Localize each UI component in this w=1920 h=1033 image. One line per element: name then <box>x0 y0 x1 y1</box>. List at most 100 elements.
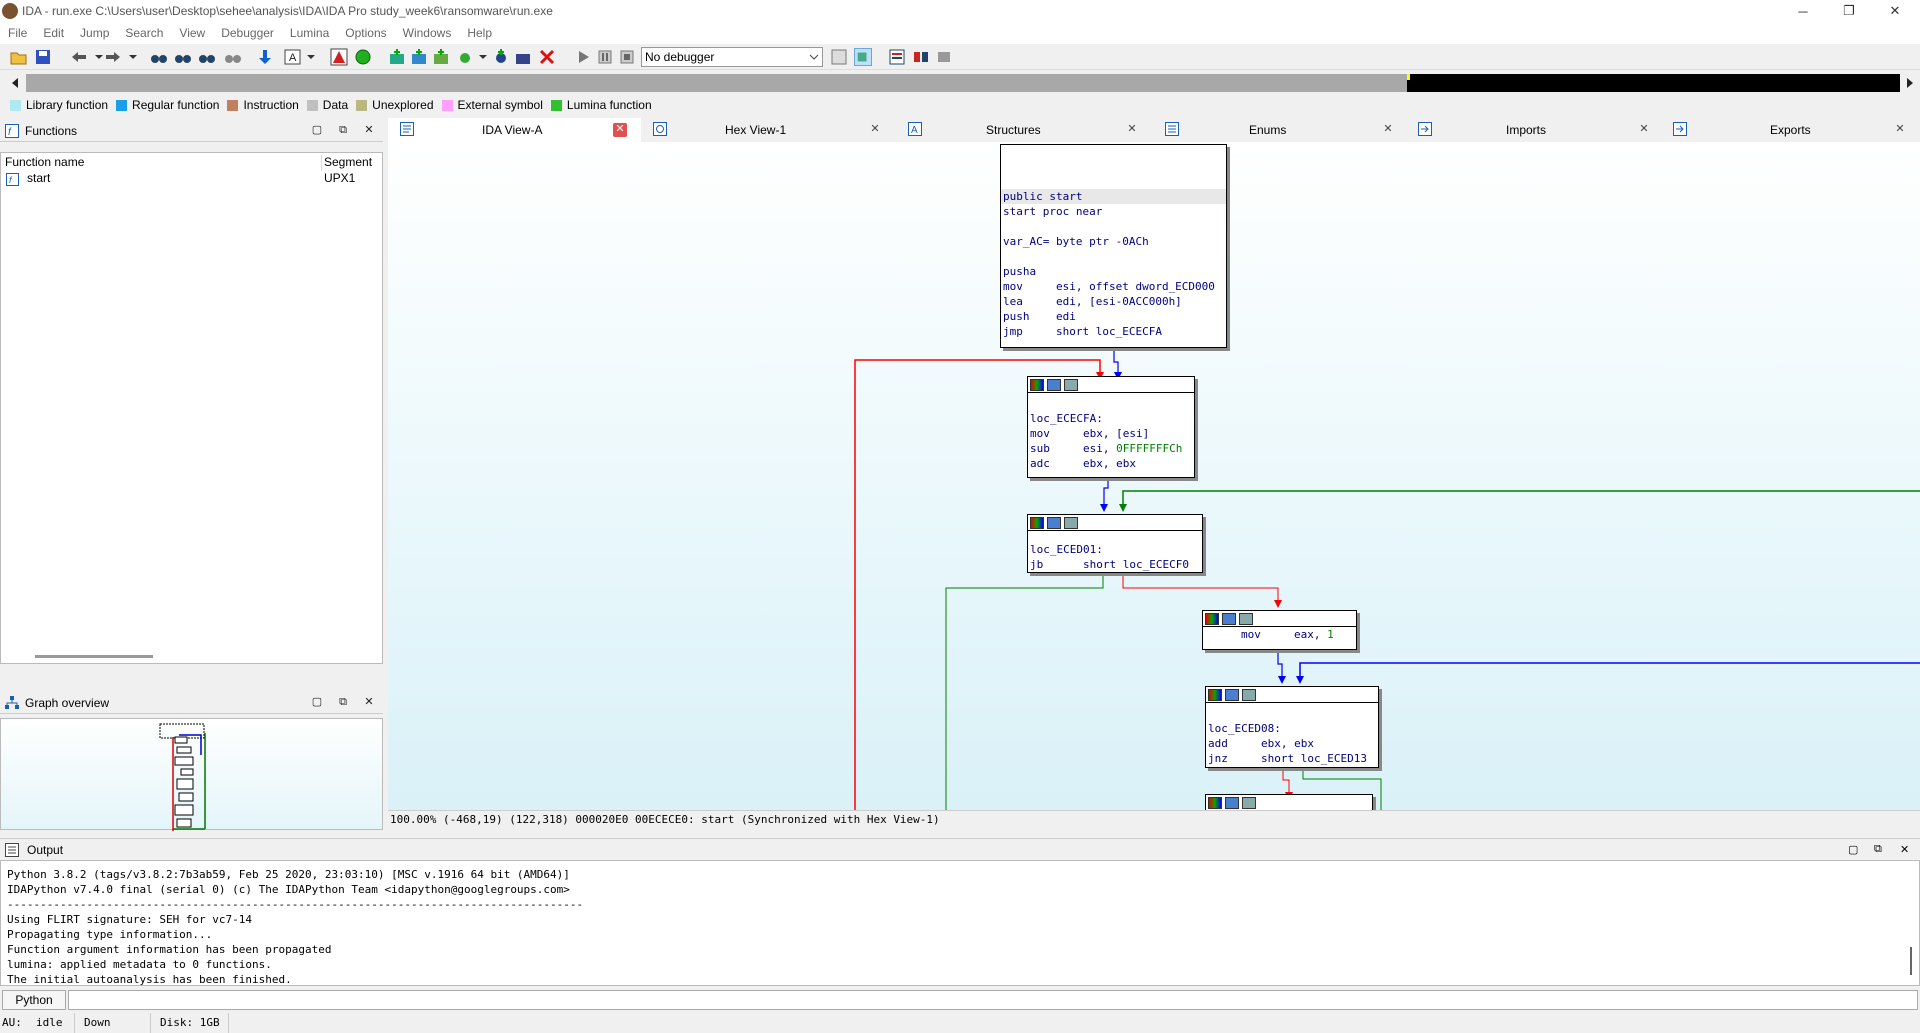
code-line[interactable]: jmp short loc_ECECFA <box>1001 324 1226 339</box>
node-group-icon[interactable] <box>1242 688 1256 701</box>
code-line[interactable]: public start <box>1001 189 1226 204</box>
close-tab-button[interactable]: ✕ <box>868 123 882 137</box>
add-enum-icon[interactable] <box>432 48 450 66</box>
function-row[interactable]: f start UPX1 <box>1 171 382 187</box>
menu-help[interactable]: Help <box>459 26 500 40</box>
restore-button[interactable]: ❐ <box>1826 0 1872 22</box>
menu-lumina[interactable]: Lumina <box>282 26 337 40</box>
add-breakpoint-icon[interactable] <box>492 48 510 66</box>
maximize-panel-button[interactable]: ▢ <box>310 695 324 709</box>
code-line[interactable]: mov esi, offset dword_ECD000 <box>1001 279 1226 294</box>
menu-file[interactable]: File <box>0 26 35 40</box>
navigation-band-bar[interactable] <box>26 74 1900 92</box>
tab-structures[interactable]: A Structures ✕ <box>898 118 1151 142</box>
code-line[interactable]: sub esi, 0FFFFFFFCh <box>1028 441 1194 456</box>
add-struct-icon[interactable] <box>410 48 428 66</box>
minimize-button[interactable]: ─ <box>1780 0 1826 22</box>
close-window-button[interactable]: ✕ <box>1872 0 1918 22</box>
float-panel-button[interactable]: ⧉ <box>336 123 350 137</box>
chevron-down-icon[interactable] <box>474 48 492 66</box>
names-icon[interactable] <box>912 48 930 66</box>
column-header-segment[interactable]: Segment <box>324 155 372 169</box>
delete-icon[interactable] <box>538 48 556 66</box>
close-tab-button[interactable]: ✕ <box>1125 123 1139 137</box>
tab-hex-view-1[interactable]: Hex View-1 ✕ <box>643 118 896 142</box>
play-icon[interactable] <box>574 48 592 66</box>
maximize-panel-button[interactable]: ▢ <box>1848 843 1858 856</box>
close-panel-button[interactable]: ✕ <box>362 123 376 137</box>
node-group-icon[interactable] <box>1242 796 1256 809</box>
code-line[interactable]: lea edi, [esi-0ACC000h] <box>1001 294 1226 309</box>
cli-language-button[interactable]: Python <box>2 990 66 1010</box>
menu-search[interactable]: Search <box>117 26 171 40</box>
edit-icon[interactable] <box>514 48 532 66</box>
code-line[interactable]: loc_ECECFA: <box>1028 411 1194 426</box>
pause-icon[interactable] <box>596 48 614 66</box>
chevron-down-icon[interactable] <box>124 48 142 66</box>
graph-node-mov-eax[interactable]: mov eax, 1 <box>1202 610 1357 650</box>
menu-options[interactable]: Options <box>337 26 394 40</box>
binoculars-text-icon[interactable] <box>174 48 192 66</box>
menu-debugger[interactable]: Debugger <box>213 26 282 40</box>
forward-arrow-icon[interactable] <box>104 48 122 66</box>
segments-icon[interactable] <box>888 48 906 66</box>
close-tab-button[interactable]: ✕ <box>1893 123 1907 137</box>
graph-warning-icon[interactable] <box>330 48 348 66</box>
code-line[interactable]: mov eax, 1 <box>1203 627 1356 642</box>
tab-ida-view-a[interactable]: IDA View-A ✕ <box>388 118 641 142</box>
code-line[interactable]: adc ebx, ebx <box>1028 456 1194 471</box>
menu-jump[interactable]: Jump <box>72 26 117 40</box>
float-panel-button[interactable]: ⧉ <box>1874 843 1882 856</box>
horizontal-scrollbar[interactable] <box>35 655 153 658</box>
output-log[interactable]: Python 3.8.2 (tags/v3.8.2:7b3ab59, Feb 2… <box>0 860 1920 986</box>
open-file-icon[interactable] <box>10 48 28 66</box>
graph-node-loc-eced01[interactable]: loc_ECED01: jb short loc_ECECF0 <box>1027 514 1203 573</box>
node-color-icon[interactable] <box>1030 378 1044 391</box>
code-line[interactable]: push edi <box>1001 309 1226 324</box>
debugger-select[interactable]: No debugger <box>641 47 823 67</box>
menu-view[interactable]: View <box>171 26 213 40</box>
code-line[interactable]: mov ebx, [esi] <box>1028 426 1194 441</box>
maximize-panel-button[interactable]: ▢ <box>310 123 324 137</box>
green-circle-icon[interactable] <box>354 48 372 66</box>
code-line[interactable]: pusha <box>1001 264 1226 279</box>
binoculars-next-icon[interactable] <box>224 48 242 66</box>
graph-node-loc-ececfa[interactable]: loc_ECECFA: mov ebx, [esi] sub esi, 0FFF… <box>1027 376 1195 478</box>
close-panel-button[interactable]: ✕ <box>1900 843 1909 856</box>
node-rename-icon[interactable] <box>1047 378 1061 391</box>
code-line[interactable]: jnz short loc_ECED13 <box>1206 751 1378 766</box>
code-line[interactable] <box>1001 249 1226 264</box>
graph-node-start[interactable]: public start start proc near var_AC= byt… <box>1000 144 1227 348</box>
stop-icon[interactable] <box>618 48 636 66</box>
node-color-icon[interactable] <box>1205 612 1219 625</box>
create-function-icon[interactable] <box>388 48 406 66</box>
code-line[interactable]: var_AC= byte ptr -0ACh <box>1001 234 1226 249</box>
node-rename-icon[interactable] <box>1225 796 1239 809</box>
command-input[interactable] <box>68 990 1918 1010</box>
graph-node-next[interactable] <box>1205 794 1373 810</box>
menu-edit[interactable]: Edit <box>35 26 72 40</box>
tab-exports[interactable]: Exports ✕ <box>1663 118 1920 142</box>
debugger-options-icon[interactable] <box>830 48 848 66</box>
save-icon[interactable] <box>34 48 52 66</box>
node-rename-icon[interactable] <box>1047 516 1061 529</box>
back-arrow-icon[interactable] <box>70 48 88 66</box>
column-header-function-name[interactable]: Function name <box>5 155 84 169</box>
close-tab-button[interactable]: ✕ <box>613 123 627 137</box>
tab-imports[interactable]: Imports ✕ <box>1408 118 1661 142</box>
menu-windows[interactable]: Windows <box>395 26 460 40</box>
attach-process-icon[interactable] <box>854 48 872 66</box>
graph-node-loc-eced08[interactable]: loc_ECED08: add ebx, ebx jnz short loc_E… <box>1205 686 1379 768</box>
code-line[interactable]: jb short loc_ECECF0 <box>1028 557 1202 572</box>
code-line[interactable]: loc_ECED08: <box>1206 721 1378 736</box>
code-line[interactable] <box>1001 219 1226 234</box>
code-line[interactable]: add ebx, ebx <box>1206 736 1378 751</box>
close-panel-button[interactable]: ✕ <box>362 695 376 709</box>
add-xref-icon[interactable] <box>456 48 474 66</box>
scroll-right-icon[interactable] <box>1905 77 1915 89</box>
node-color-icon[interactable] <box>1208 688 1222 701</box>
chevron-down-icon[interactable] <box>302 48 320 66</box>
vertical-scrollbar[interactable] <box>1910 947 1912 975</box>
node-color-icon[interactable] <box>1208 796 1222 809</box>
close-tab-button[interactable]: ✕ <box>1381 123 1395 137</box>
